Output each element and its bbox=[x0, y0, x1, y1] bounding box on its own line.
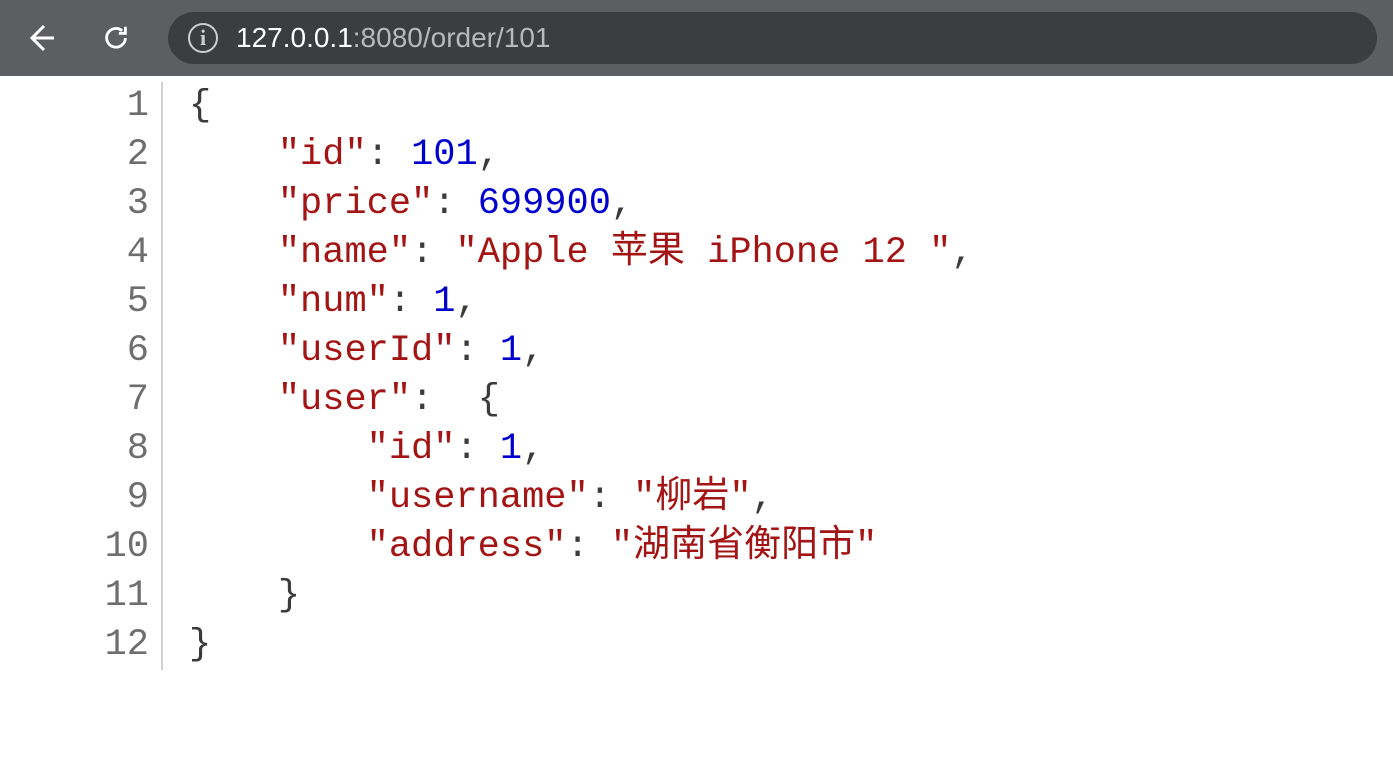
line-number: 9 bbox=[18, 474, 163, 523]
json-key-or-string: "id" bbox=[367, 428, 456, 470]
address-bar[interactable]: i 127.0.0.1:8080/order/101 bbox=[168, 12, 1377, 64]
json-key-or-string: "user" bbox=[278, 379, 411, 421]
json-punct: : bbox=[367, 134, 411, 176]
json-number: 101 bbox=[411, 134, 478, 176]
browser-toolbar: i 127.0.0.1:8080/order/101 bbox=[0, 0, 1393, 76]
line-source: "user": { bbox=[163, 376, 500, 425]
json-key-or-string: "id" bbox=[278, 134, 367, 176]
url-text: 127.0.0.1:8080/order/101 bbox=[236, 22, 551, 54]
code-line: 3 "price": 699900, bbox=[18, 180, 1393, 229]
json-key-or-string: "userId" bbox=[278, 330, 456, 372]
json-punct: , bbox=[611, 183, 633, 225]
code-line: 1{ bbox=[18, 82, 1393, 131]
json-punct: , bbox=[456, 281, 478, 323]
line-source: "userId": 1, bbox=[163, 327, 544, 376]
line-number: 2 bbox=[18, 131, 163, 180]
json-number: 1 bbox=[500, 330, 522, 372]
json-punct: : bbox=[411, 232, 455, 274]
json-key-or-string: "num" bbox=[278, 281, 389, 323]
json-punct: : bbox=[433, 183, 477, 225]
line-source: "username": "柳岩", bbox=[163, 474, 774, 523]
json-key-or-string: "name" bbox=[278, 232, 411, 274]
json-number: 1 bbox=[500, 428, 522, 470]
code-line: 7 "user": { bbox=[18, 376, 1393, 425]
json-punct: : bbox=[389, 281, 433, 323]
url-path: /order/101 bbox=[423, 22, 551, 53]
arrow-left-icon bbox=[24, 22, 56, 54]
line-number: 7 bbox=[18, 376, 163, 425]
json-punct: : bbox=[589, 477, 633, 519]
url-port: :8080 bbox=[353, 22, 423, 53]
json-punct: { bbox=[189, 85, 211, 127]
json-key-or-string: "湖南省衡阳市" bbox=[611, 526, 877, 568]
line-number: 5 bbox=[18, 278, 163, 327]
code-line: 9 "username": "柳岩", bbox=[18, 474, 1393, 523]
line-number: 10 bbox=[18, 523, 163, 572]
code-line: 11 } bbox=[18, 572, 1393, 621]
json-punct: , bbox=[478, 134, 500, 176]
code-line: 2 "id": 101, bbox=[18, 131, 1393, 180]
json-key-or-string: "Apple 苹果 iPhone 12 " bbox=[455, 232, 951, 274]
reload-button[interactable] bbox=[92, 14, 140, 62]
json-punct: : bbox=[455, 428, 499, 470]
line-number: 3 bbox=[18, 180, 163, 229]
json-punct: , bbox=[522, 330, 544, 372]
json-key-or-string: "username" bbox=[367, 477, 589, 519]
line-source: "id": 1, bbox=[163, 425, 544, 474]
json-key-or-string: "address" bbox=[367, 526, 567, 568]
json-punct: : bbox=[455, 330, 499, 372]
json-number: 1 bbox=[433, 281, 455, 323]
code-line: 10 "address": "湖南省衡阳市" bbox=[18, 523, 1393, 572]
url-host: 127.0.0.1 bbox=[236, 22, 353, 53]
line-number: 6 bbox=[18, 327, 163, 376]
json-punct: , bbox=[522, 428, 544, 470]
line-source: "address": "湖南省衡阳市" bbox=[163, 523, 877, 572]
line-number: 1 bbox=[18, 82, 163, 131]
json-key-or-string: "price" bbox=[278, 183, 433, 225]
code-line: 6 "userId": 1, bbox=[18, 327, 1393, 376]
code-line: 5 "num": 1, bbox=[18, 278, 1393, 327]
code-line: 12} bbox=[18, 621, 1393, 670]
code-line: 4 "name": "Apple 苹果 iPhone 12 ", bbox=[18, 229, 1393, 278]
reload-icon bbox=[101, 23, 131, 53]
line-source: "id": 101, bbox=[163, 131, 500, 180]
json-number: 699900 bbox=[478, 183, 611, 225]
line-number: 4 bbox=[18, 229, 163, 278]
line-source: "price": 699900, bbox=[163, 180, 633, 229]
line-number: 12 bbox=[18, 621, 163, 670]
json-punct: : bbox=[566, 526, 610, 568]
json-punct: , bbox=[752, 477, 774, 519]
code-block: 1{2 "id": 101,3 "price": 699900,4 "name"… bbox=[18, 82, 1393, 670]
json-punct: , bbox=[951, 232, 973, 274]
line-source: "name": "Apple 苹果 iPhone 12 ", bbox=[163, 229, 974, 278]
line-source: } bbox=[163, 621, 211, 670]
json-punct: : bbox=[411, 379, 455, 421]
back-button[interactable] bbox=[16, 14, 64, 62]
line-source: } bbox=[163, 572, 300, 621]
json-punct: { bbox=[455, 379, 499, 421]
json-punct: } bbox=[278, 575, 300, 617]
line-number: 8 bbox=[18, 425, 163, 474]
code-line: 8 "id": 1, bbox=[18, 425, 1393, 474]
site-info-icon[interactable]: i bbox=[188, 23, 218, 53]
json-key-or-string: "柳岩" bbox=[633, 477, 751, 519]
json-punct: } bbox=[189, 624, 211, 666]
line-source: { bbox=[163, 82, 211, 131]
line-source: "num": 1, bbox=[163, 278, 478, 327]
json-viewer: 1{2 "id": 101,3 "price": 699900,4 "name"… bbox=[18, 82, 1393, 670]
line-number: 11 bbox=[18, 572, 163, 621]
